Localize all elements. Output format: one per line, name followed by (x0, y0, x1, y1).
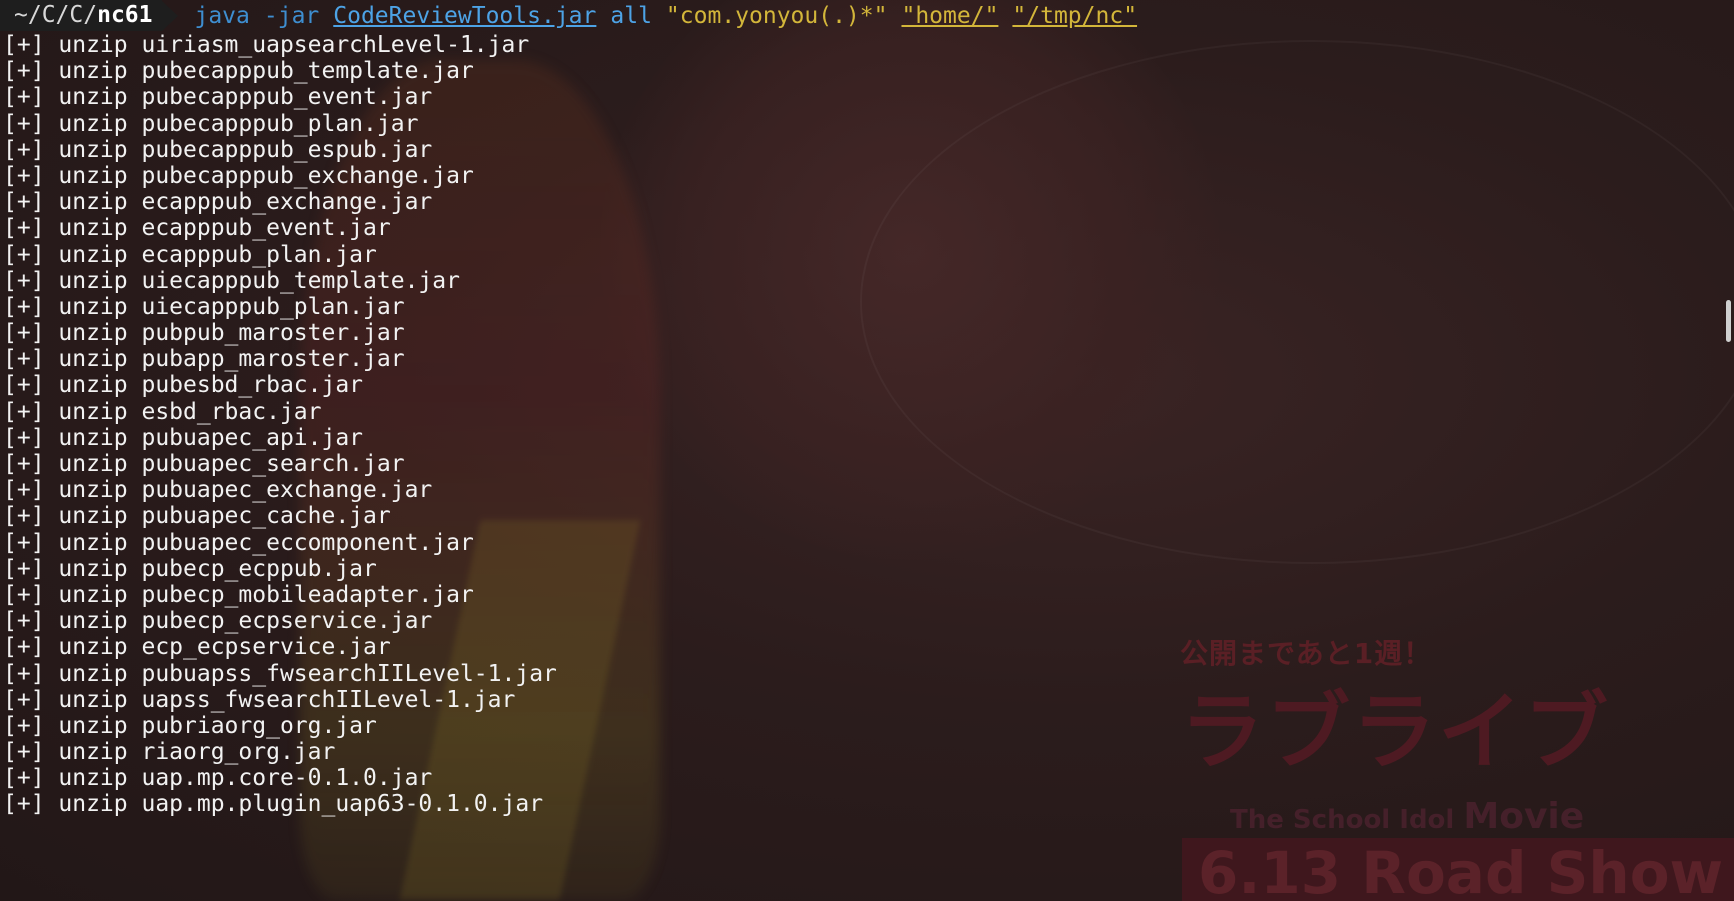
prompt-path-prefix: ~/C/C/ (14, 2, 98, 28)
wallpaper-arc (860, 40, 1734, 564)
output-line: [+] unzip pubecapppub_event.jar (3, 84, 433, 111)
output-line: [+] unzip pubecapppub_espub.jar (3, 136, 433, 163)
powerline-arrow-icon (162, 0, 179, 31)
scrollbar[interactable] (1724, 0, 1734, 901)
source-path-token: "home/" (901, 2, 999, 29)
output-line: [+] unzip pubecp_ecpservice.jar (3, 608, 433, 635)
output-line: [+] unzip pubecapppub_exchange.jar (3, 162, 474, 189)
jar-file-token: CodeReviewTools.jar (333, 2, 597, 29)
wallpaper-date: 6.13 Road Show (1182, 838, 1734, 901)
scrollbar-thumb[interactable] (1726, 300, 1731, 342)
wallpaper-subtitle: The School Idol Movie (1230, 796, 1584, 837)
flag-token: -jar (263, 2, 320, 29)
command-output: [+] unzip uiriasm_uapsearchLevel-1.jar [… (3, 32, 557, 818)
prompt-line[interactable]: ~/C/C/nc61 java -jar CodeReviewTools.jar… (0, 0, 1151, 31)
output-line: [+] unzip esbd_rbac.jar (3, 398, 322, 425)
mode-arg-token: all (610, 2, 652, 29)
output-line: [+] unzip pubecapppub_template.jar (3, 58, 474, 85)
output-line: [+] unzip pubpub_maroster.jar (3, 320, 405, 347)
output-line: [+] unzip pubuapec_search.jar (3, 451, 405, 477)
output-line: [+] unzip riaorg_org.jar (3, 739, 336, 766)
wallpaper-caption: 公開まであと1週！ (1180, 637, 1433, 670)
output-line: [+] unzip pubriaorg_org.jar (3, 712, 377, 739)
output-line: [+] unzip uiecapppub_plan.jar (3, 293, 405, 320)
prompt-path-segment: ~/C/C/nc61 (0, 0, 163, 31)
output-line: [+] unzip ecp_ecpservice.jar (3, 634, 391, 661)
output-line: [+] unzip pubecp_mobileadapter.jar (3, 581, 474, 608)
wallpaper-circle (600, 0, 1220, 560)
output-line: [+] unzip ecapppub_plan.jar (3, 241, 377, 268)
terminal-window[interactable]: 公開まであと1週！ ラブライブ The School Idol Movie 6.… (0, 0, 1734, 901)
wallpaper-subtitle-text: The School Idol (1230, 805, 1455, 835)
output-line: [+] unzip ecapppub_exchange.jar (3, 189, 433, 216)
command-token: java (194, 2, 250, 29)
prompt-current-dir: nc61 (97, 2, 153, 28)
wallpaper-subtitle-movie: Movie (1463, 796, 1585, 837)
output-line: [+] unzip uap.mp.plugin_uap63-0.1.0.jar (3, 791, 544, 818)
output-line: [+] unzip pubecp_ecppub.jar (3, 555, 377, 582)
output-line: [+] unzip pubapp_maroster.jar (3, 346, 405, 373)
output-line: [+] unzip pubesbd_rbac.jar (3, 372, 364, 399)
output-line: [+] unzip uiriasm_uapsearchLevel-1.jar (3, 32, 530, 58)
output-line: [+] unzip ecapppub_event.jar (3, 215, 391, 242)
output-line: [+] unzip uap.mp.core-0.1.0.jar (3, 765, 433, 792)
output-line: [+] unzip uapss_fwsearchIILevel-1.jar (3, 686, 516, 713)
output-line: [+] unzip pubuapss_fwsearchIILevel-1.jar (3, 660, 557, 687)
output-line: [+] unzip pubuapec_eccomponent.jar (3, 529, 474, 556)
pattern-arg-token: "com.yonyou(.)*" (665, 2, 888, 29)
output-line: [+] unzip pubuapec_api.jar (3, 424, 364, 451)
dest-path-token: "/tmp/nc" (1012, 2, 1138, 29)
output-line: [+] unzip uiecapppub_template.jar (3, 267, 460, 294)
wallpaper-logo: ラブライブ (1180, 683, 1611, 781)
output-line: [+] unzip pubuapec_cache.jar (3, 503, 391, 530)
output-line: [+] unzip pubuapec_exchange.jar (3, 477, 433, 504)
output-line: [+] unzip pubecapppub_plan.jar (3, 110, 419, 137)
